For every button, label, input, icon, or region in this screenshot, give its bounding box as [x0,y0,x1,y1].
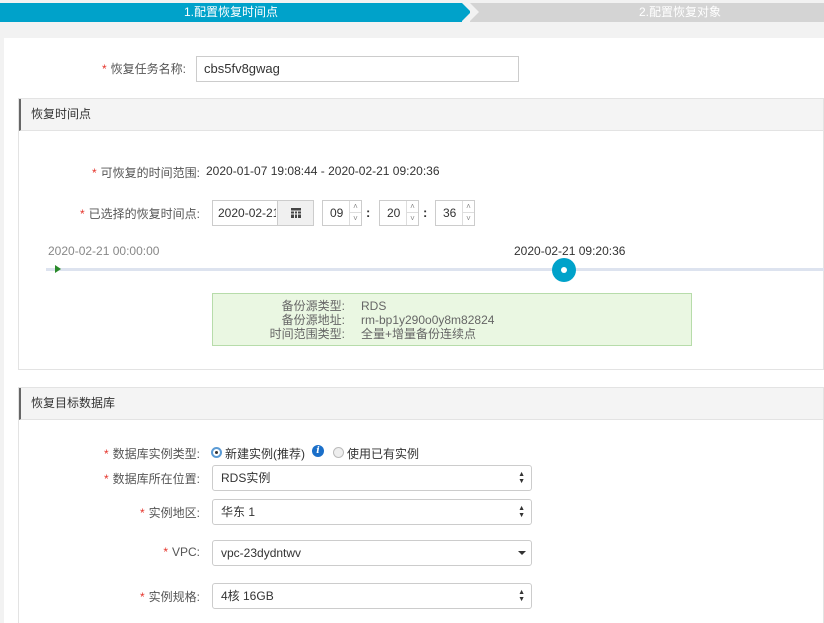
timeline-handle[interactable] [552,258,576,282]
region-select[interactable]: 华东 1 ▲ ▼ [212,499,532,525]
steps-bar: 1.配置恢复时间点 2.配置恢复对象 [0,0,824,26]
second-stepper[interactable]: 36 ˄ ˅ [435,200,475,226]
radio-new-instance[interactable] [211,447,222,458]
backup-source-type-label: 备份源类型: [281,299,345,313]
timeline-start-marker [55,265,61,273]
instance-type-label: * 数据库实例类型: [103,447,200,461]
backup-source-addr-label: 备份源地址: [281,313,345,327]
hour-value: 09 [330,206,344,220]
step-2-notch [470,3,479,21]
hour-stepper[interactable]: 09 ˄ ˅ [322,200,362,226]
location-select[interactable]: RDS实例 ▲ ▼ [212,465,532,491]
time-range-type-label: 时间范围类型: [269,327,345,341]
minute-stepper[interactable]: 20 ˄ ˅ [379,200,419,226]
main-panel: * 恢复任务名称: cbs5fv8gwag 恢复时间点 * 可恢复的时间范围: 20… [4,38,824,623]
timeline-current-label: 2020-02-21 09:20:36 [514,244,626,258]
up-down-icon: ▲ ▼ [518,471,525,485]
timeline-start-label: 2020-02-21 00:00:00 [48,244,160,258]
second-value: 36 [443,206,457,220]
chevron-up-icon[interactable]: ˄ [350,201,361,213]
backup-source-type-value: RDS [361,299,387,313]
task-name-input[interactable]: cbs5fv8gwag [196,56,519,82]
up-down-icon: ▲ ▼ [518,589,525,603]
time-separator: : [423,205,428,220]
spec-label: * 实例规格: [139,590,200,604]
chevron-up-icon[interactable]: ˄ [463,201,474,213]
calendar-icon [291,208,301,218]
required-mark: * [101,62,107,76]
backup-source-addr-value: rm-bp1y290o0y8m82824 [361,313,495,327]
backup-info-box: 备份源类型: RDS 备份源地址: rm-bp1y290o0y8m82824 时… [212,293,692,346]
selected-time-label: * 已选择的恢复时间点: [79,207,200,221]
spec-select[interactable]: 4核 16GB ▲ ▼ [212,583,532,609]
date-picker[interactable]: 2020-02-21 [212,200,314,226]
date-value: 2020-02-21 [218,206,276,220]
location-label: * 数据库所在位置: [103,472,200,486]
chevron-down-icon[interactable]: ˅ [463,213,474,225]
section-title-restore-target: 恢复目标数据库 [19,388,823,420]
time-range-type-value: 全量+增量备份连续点 [361,327,477,341]
chevron-up-icon[interactable]: ˄ [407,201,418,213]
restore-range-label: * 可恢复的时间范围: [91,166,200,180]
restore-range-value: 2020-01-07 19:08:44 - 2020-02-21 09:20:3… [206,164,440,178]
timeline-track[interactable] [46,268,824,271]
time-separator: : [366,205,371,220]
step-2: 2.配置恢复对象 [470,3,824,22]
chevron-down-icon[interactable]: ˅ [350,213,361,225]
up-down-icon: ▲ ▼ [518,505,525,519]
vpc-select[interactable]: vpc-23dydntwv [212,540,532,566]
vpc-label: * VPC: [163,545,200,559]
section-title-restore-time: 恢复时间点 [19,99,823,131]
chevron-down-icon[interactable]: ˅ [407,213,418,225]
radio-new-instance-label[interactable]: 新建实例(推荐) [225,445,305,462]
step-1-current: 1.配置恢复时间点 [0,3,462,22]
info-icon[interactable]: i [312,445,324,457]
radio-existing-instance-label[interactable]: 使用已有实例 [347,445,419,462]
calendar-button[interactable] [277,201,313,225]
radio-existing-instance[interactable] [333,447,344,458]
task-name-label: * 恢复任务名称: [101,62,186,76]
region-label: * 实例地区: [139,506,200,520]
minute-value: 20 [387,206,401,220]
chevron-down-icon [518,551,526,555]
